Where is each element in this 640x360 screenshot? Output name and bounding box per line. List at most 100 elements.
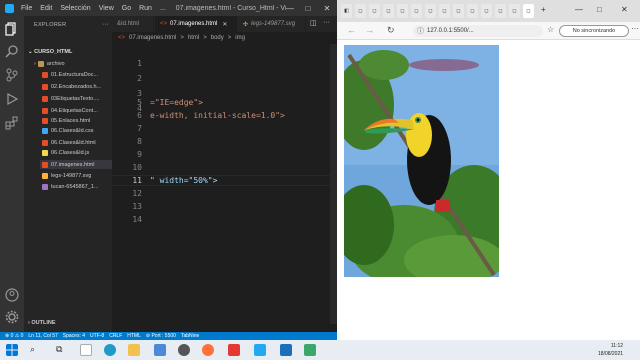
file-item[interactable]: 04.EtiquetasCont... (42, 106, 112, 115)
menu-go[interactable]: Go (118, 5, 135, 12)
edge-browser-icon[interactable] (104, 344, 116, 356)
browser-tab[interactable]: ◻ (481, 4, 492, 18)
language-mode[interactable]: HTML (127, 333, 141, 339)
line-number-current: 11 (132, 176, 142, 185)
browser-tab[interactable]: ◻ (439, 4, 450, 18)
new-tab-icon[interactable]: + (541, 5, 546, 14)
line-number: 3 (137, 89, 142, 98)
store-icon[interactable] (80, 344, 92, 356)
browser-tab[interactable]: ◻ (369, 4, 380, 18)
breadcrumb-file[interactable]: 07.imagenes.html (129, 35, 176, 41)
browser-tab[interactable]: ◻ (383, 4, 394, 18)
outline-section[interactable]: › OUTLINE (28, 320, 56, 326)
problems-status[interactable]: ⊗ 0 ⚠ 0 (5, 333, 23, 339)
browser-tab-active[interactable]: ◻ (523, 4, 534, 18)
tabnine-status[interactable]: TabNine (181, 333, 199, 339)
browser-tab[interactable]: ◻ (509, 4, 520, 18)
file-item[interactable]: 02.Encabezados.h... (42, 82, 112, 91)
indentation-status[interactable]: Spaces: 4 (63, 333, 85, 339)
settings-gear-icon[interactable] (5, 310, 19, 324)
maximize-icon[interactable]: □ (300, 0, 316, 16)
info-icon[interactable]: ⓘ (417, 26, 424, 36)
windows-start-icon[interactable] (6, 344, 18, 356)
line-number: 8 (137, 137, 142, 146)
encoding-status[interactable]: UTF-8 (90, 333, 104, 339)
firefox-icon[interactable] (202, 344, 214, 356)
browser-tab[interactable]: ◻ (453, 4, 464, 18)
browser-tab[interactable]: ◻ (397, 4, 408, 18)
project-folder[interactable]: ⌄ CURSO_HTML (28, 49, 72, 55)
cursor-position[interactable]: Ln 11, Col 57 (28, 333, 57, 339)
split-editor-icon[interactable]: ◫ (310, 19, 317, 27)
run-debug-icon[interactable] (5, 92, 19, 106)
html-breadcrumb-icon: <> (118, 35, 126, 41)
file-item[interactable]: 01.EstructuraDoc... (42, 70, 112, 79)
file-item[interactable]: 06.Clases&Id.js (42, 148, 112, 157)
menu-dots-icon[interactable]: ⋯ (631, 24, 639, 33)
browser-tab[interactable]: ◻ (467, 4, 478, 18)
explorer-icon[interactable] (5, 22, 19, 36)
breadcrumb-html[interactable]: html (188, 35, 199, 41)
refresh-icon[interactable]: ↻ (387, 25, 395, 36)
system-clock[interactable]: 11:12 18/08/2021 (598, 342, 623, 358)
vscode-taskbar-icon[interactable] (254, 344, 266, 356)
editor-scrollbar[interactable] (330, 44, 337, 324)
browser-tab[interactable]: ◻ (411, 4, 422, 18)
favorites-icon[interactable]: ☆ (547, 25, 554, 34)
app-icon[interactable] (304, 344, 316, 356)
file-item[interactable]: 03EtiquetasTexto.... (42, 94, 112, 103)
menu-view[interactable]: View (95, 5, 118, 12)
breadcrumb-img[interactable]: img (235, 35, 245, 41)
file-explorer-icon[interactable] (128, 344, 140, 356)
browser-tab[interactable]: ◻ (495, 4, 506, 18)
tab-clases-id[interactable]: &Id.html (112, 16, 154, 32)
file-item[interactable]: tucan-6545867_1... (42, 182, 112, 191)
extensions-icon[interactable] (5, 116, 19, 130)
file-item[interactable]: 05.Enlaces.html (42, 116, 112, 125)
close-tab-icon[interactable]: ✕ (222, 21, 227, 28)
forward-icon[interactable]: → (365, 25, 374, 35)
menu-edit[interactable]: Edit (36, 5, 56, 12)
html-file-icon (42, 107, 48, 114)
tab-legs-svg[interactable]: ✣ legs-149877.svg (238, 16, 306, 32)
file-item[interactable]: 06.Clases&Id.css (42, 126, 112, 135)
browser-tab[interactable]: ◧ (341, 4, 352, 18)
file-item[interactable]: legs-149877.svg (42, 171, 112, 180)
url-bar[interactable]: ⓘ 127.0.0.1:5500/... (413, 25, 543, 37)
minimize-icon[interactable]: — (575, 5, 583, 14)
eol-status[interactable]: CRLF (109, 333, 122, 339)
maximize-icon[interactable]: □ (597, 5, 602, 14)
tab-imagenes[interactable]: <> 07.imagenes.html ✕ (155, 16, 237, 32)
file-name: 01.EstructuraDoc... (51, 71, 99, 78)
more-icon[interactable]: ··· (323, 19, 330, 26)
account-icon[interactable] (5, 288, 19, 302)
menu-run[interactable]: Run (135, 5, 156, 12)
mail-icon[interactable] (154, 344, 166, 356)
html-file-icon (42, 71, 48, 78)
search-icon[interactable]: ⌕ (30, 344, 42, 356)
folder-archivo[interactable]: › archivo (34, 59, 104, 68)
browser-tab[interactable]: ◻ (355, 4, 366, 18)
browser-tab[interactable]: ◻ (425, 4, 436, 18)
code-editor[interactable]: 1 2 3 4 5 6 7 8 9 10 11 12 13 14 ="IE=ed… (112, 44, 337, 332)
close-icon[interactable]: ✕ (621, 5, 628, 14)
app-icon[interactable] (280, 344, 292, 356)
more-actions-icon[interactable]: ··· (102, 21, 109, 28)
back-icon[interactable]: ← (347, 25, 356, 35)
search-icon[interactable] (5, 44, 19, 58)
task-view-icon[interactable]: ⧉ (56, 344, 68, 356)
breadcrumb-body[interactable]: body (211, 35, 224, 41)
menu-selection[interactable]: Selección (56, 5, 94, 12)
minimize-icon[interactable]: — (282, 0, 298, 16)
source-control-icon[interactable] (5, 68, 19, 82)
live-server-port[interactable]: ⊘ Port : 5500 (146, 333, 176, 339)
sync-button[interactable]: No sincronizando (559, 25, 629, 37)
app-icon[interactable] (178, 344, 190, 356)
file-item-active[interactable]: 07.imagenes.html (40, 160, 112, 169)
browser-tab-strip: ◧ ◻ ◻ ◻ ◻ ◻ ◻ ◻ ◻ ◻ ◻ ◻ ◻ ◻ + — □ ✕ (337, 0, 640, 22)
app-icon[interactable] (228, 344, 240, 356)
close-icon[interactable]: ✕ (319, 0, 335, 16)
menu-file[interactable]: File (17, 5, 36, 12)
menu-more[interactable]: ... (156, 5, 170, 12)
file-item[interactable]: 06.Clases&Id.html (42, 138, 112, 147)
